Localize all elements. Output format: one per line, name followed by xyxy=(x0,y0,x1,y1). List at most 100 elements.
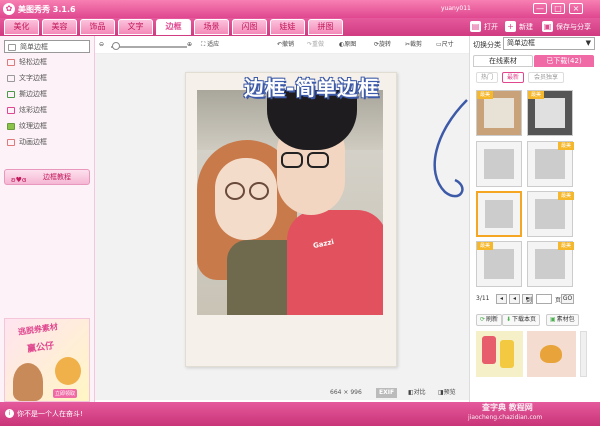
tab-online-materials[interactable]: 在线素材 xyxy=(473,55,533,67)
refresh-icon: ⟳ xyxy=(480,316,486,323)
title-bar: ✿ 美图秀秀 3.1.6 yuany011 — □ × xyxy=(0,0,600,18)
frame-icon xyxy=(7,107,15,114)
goto-label: 到 xyxy=(526,297,533,304)
page-input[interactable] xyxy=(536,294,552,304)
save-icon: ▣ xyxy=(542,21,553,32)
photo-guy-glasses xyxy=(281,152,303,168)
go-button[interactable]: GO xyxy=(561,294,574,304)
user-name[interactable]: yuany011 xyxy=(441,5,471,12)
image-dimensions: 664 × 996 xyxy=(330,389,362,396)
thumb-tag: 最美 xyxy=(477,242,493,250)
app-title: 美图秀秀 3.1.6 xyxy=(18,5,76,14)
maximize-button[interactable]: □ xyxy=(551,3,565,14)
undo-button[interactable]: ↶撤销 xyxy=(277,40,294,50)
material-pack-button[interactable]: ▣素材包 xyxy=(546,314,579,326)
tab-scene[interactable]: 场景 xyxy=(194,19,229,35)
thumb-tag: 最美 xyxy=(528,91,544,99)
redo-button[interactable]: ↷重做 xyxy=(307,40,324,50)
prev-page-button[interactable]: ◂ xyxy=(509,294,520,304)
exif-button[interactable]: EXIF xyxy=(376,388,398,398)
tab-downloaded[interactable]: 已下载(42) xyxy=(534,55,594,67)
frame-icon xyxy=(7,139,15,146)
sidebar-item-simple-frame[interactable]: 简单边框 xyxy=(4,40,90,53)
size-button[interactable]: ▭尺寸 xyxy=(436,40,454,50)
wings-icon: ʚ♥ɞ xyxy=(11,176,27,184)
tab-collage[interactable]: 拼图 xyxy=(308,19,343,35)
frame-thumbnail[interactable] xyxy=(476,141,522,187)
zoom-out-icon[interactable]: ⊖ xyxy=(99,40,104,50)
subtab-hot[interactable]: 热门 xyxy=(476,72,498,83)
tab-flash[interactable]: 闪图 xyxy=(232,19,267,35)
tab-face[interactable]: 美容 xyxy=(42,19,77,35)
frame-icon xyxy=(7,59,15,66)
frame-icon xyxy=(7,91,15,98)
photo-image[interactable]: Gazzi xyxy=(197,90,383,315)
sidebar-item-animated-frame[interactable]: 动画边框 xyxy=(4,136,90,149)
frame-tutorial-button[interactable]: ʚ♥ɞ 边框教程 xyxy=(4,169,90,185)
phone-case-image xyxy=(482,336,496,364)
frame-icon xyxy=(7,123,15,130)
compare-button[interactable]: ◧对比 xyxy=(408,388,426,398)
frame-icon xyxy=(7,75,15,82)
first-page-button[interactable]: ◂ xyxy=(496,294,507,304)
frame-thumbnail-selected[interactable] xyxy=(476,191,522,237)
frame-thumbnail[interactable]: 最美 xyxy=(476,90,522,136)
tab-accessories[interactable]: 饰品 xyxy=(80,19,115,35)
promo-line1: 逃脱券素材 xyxy=(17,322,59,337)
promo-bear-image xyxy=(55,357,81,385)
minimize-button[interactable]: — xyxy=(533,3,547,14)
thumb-tag: 最美 xyxy=(558,242,574,250)
frame-icon xyxy=(8,44,16,51)
zoom-slider-knob[interactable] xyxy=(112,42,120,50)
tab-frame[interactable]: 边框 xyxy=(156,19,191,35)
frame-thumbnail[interactable]: 最美 xyxy=(527,241,574,287)
sidebar-item-texture-frame[interactable]: 纹理边框 xyxy=(4,120,90,133)
sidebar-item-torn-frame[interactable]: 撕边边框 xyxy=(4,88,90,101)
main-tab-bar: 美化 美容 饰品 文字 边框 场景 闪图 娃娃 拼图 ▤ 打开 + 新建 ▣ 保存与分… xyxy=(0,18,600,36)
thumb-tag: 最美 xyxy=(558,142,574,150)
download-icon: ⬇ xyxy=(506,316,512,323)
tab-doll[interactable]: 娃娃 xyxy=(270,19,305,35)
crop-button[interactable]: ✂裁剪 xyxy=(405,40,422,50)
download-page-button[interactable]: ⬇下载本页 xyxy=(502,314,541,326)
tab-beautify[interactable]: 美化 xyxy=(4,19,39,35)
promo-claim-button[interactable]: 立即领取 xyxy=(53,389,78,398)
category-select[interactable]: 简单边框 ▼ xyxy=(503,37,595,50)
info-icon: i xyxy=(5,409,14,418)
photo-guy-glasses xyxy=(307,152,329,168)
watermark-title: 查字典 教程网 xyxy=(482,403,533,412)
close-button[interactable]: × xyxy=(569,3,583,14)
app-logo-icon: ✿ xyxy=(3,3,15,15)
frame-thumbnail[interactable]: 最美 xyxy=(527,90,573,136)
zoom-in-icon[interactable]: ⊕ xyxy=(187,40,192,50)
watermark-url: jiaocheng.chazidian.com xyxy=(468,414,543,421)
plus-icon: + xyxy=(505,21,516,32)
subtab-newest[interactable]: 最新 xyxy=(502,72,524,83)
frame-thumbnail[interactable]: 最美 xyxy=(527,191,574,237)
save-share-button[interactable]: ▣ 保存与分享 xyxy=(542,21,591,33)
page-indicator: 3/11 xyxy=(476,295,490,302)
rotate-button[interactable]: ⟳旋转 xyxy=(374,40,391,50)
new-button[interactable]: + 新建 xyxy=(505,21,533,33)
preview-button[interactable]: ◨预览 xyxy=(438,388,456,398)
open-button[interactable]: ▤ 打开 xyxy=(470,21,498,33)
frame-thumbnail[interactable]: 最美 xyxy=(476,241,522,287)
refresh-button[interactable]: ⟳刷新 xyxy=(476,314,503,326)
phone-case-image xyxy=(500,340,514,368)
zoom-slider[interactable] xyxy=(111,46,187,48)
sidebar-item-color-frame[interactable]: 炫彩边框 xyxy=(4,104,90,117)
sidebar-item-text-frame[interactable]: 文字边框 xyxy=(4,72,90,85)
promo-banner[interactable]: 逃脱券素材 赢公仔 立即领取 xyxy=(4,318,90,402)
photo-guy-shirt xyxy=(287,210,383,315)
sidebar-item-easy-frame[interactable]: 轻松边框 xyxy=(4,56,90,69)
frame-thumbnail[interactable]: 最美 xyxy=(527,141,574,187)
original-button[interactable]: ◐原图 xyxy=(339,40,356,50)
heart-image xyxy=(540,345,562,363)
thumb-tag: 最美 xyxy=(558,192,574,200)
promo-girl-image xyxy=(13,363,43,401)
ad-scrollbar[interactable] xyxy=(580,331,587,377)
tab-text[interactable]: 文字 xyxy=(118,19,153,35)
overlay-swirl xyxy=(433,99,468,198)
subtab-vip[interactable]: 会员独享 xyxy=(528,72,564,83)
fit-button[interactable]: ⛶ 适应 xyxy=(201,40,219,50)
